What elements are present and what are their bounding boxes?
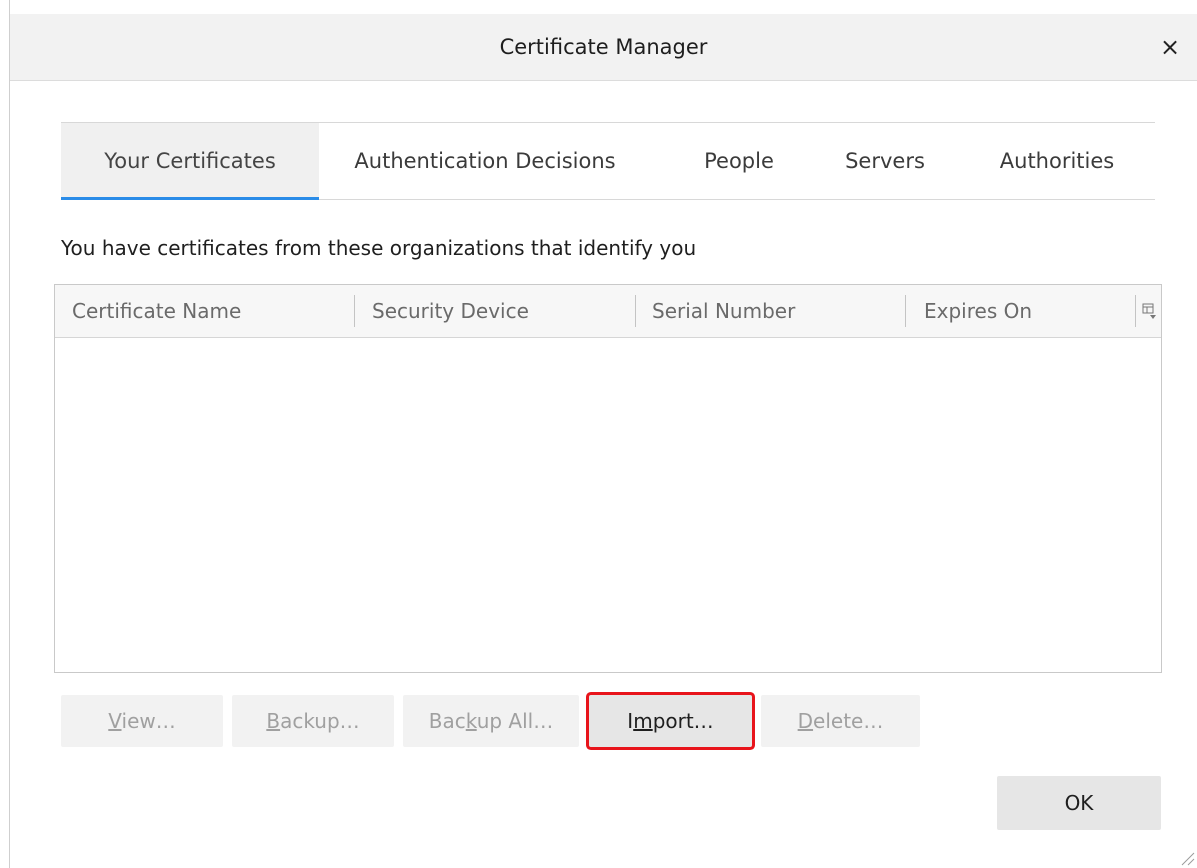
view-button[interactable]: View…	[61, 695, 223, 747]
column-separator[interactable]	[635, 295, 636, 327]
window-edge	[9, 0, 10, 868]
ok-button[interactable]: OK	[997, 776, 1161, 830]
certificates-table[interactable]: Certificate Name Security Device Serial …	[54, 284, 1162, 673]
tab-strip: Your Certificates Authentication Decisio…	[61, 122, 1155, 200]
description-text: You have certificates from these organiz…	[61, 236, 697, 260]
column-separator[interactable]	[354, 295, 355, 327]
window-title: Certificate Manager	[499, 35, 708, 59]
import-button[interactable]: Import…	[589, 695, 752, 747]
column-header-certificate-name[interactable]: Certificate Name	[72, 285, 241, 337]
column-separator[interactable]	[905, 295, 906, 327]
close-icon[interactable]: ×	[1155, 32, 1185, 62]
column-header-security-device[interactable]: Security Device	[372, 285, 529, 337]
backup-all-button[interactable]: Backup All…	[403, 695, 579, 747]
delete-button[interactable]: Delete…	[761, 695, 920, 747]
resize-grip-icon[interactable]	[1177, 848, 1195, 866]
column-header-serial-number[interactable]: Serial Number	[652, 285, 795, 337]
title-bar: Certificate Manager ×	[10, 14, 1197, 81]
column-separator[interactable]	[1135, 295, 1136, 327]
tab-servers[interactable]: Servers	[829, 123, 941, 199]
tab-your-certificates[interactable]: Your Certificates	[61, 123, 319, 200]
table-header: Certificate Name Security Device Serial …	[55, 285, 1161, 338]
certificate-manager-dialog: Certificate Manager × Your Certificates …	[0, 0, 1197, 868]
tab-people[interactable]: People	[689, 123, 789, 199]
tab-authentication-decisions[interactable]: Authentication Decisions	[333, 123, 637, 199]
backup-button[interactable]: Backup…	[232, 695, 394, 747]
column-picker-icon[interactable]	[1141, 301, 1157, 321]
column-header-expires-on[interactable]: Expires On	[924, 285, 1032, 337]
tab-authorities[interactable]: Authorities	[979, 123, 1135, 199]
